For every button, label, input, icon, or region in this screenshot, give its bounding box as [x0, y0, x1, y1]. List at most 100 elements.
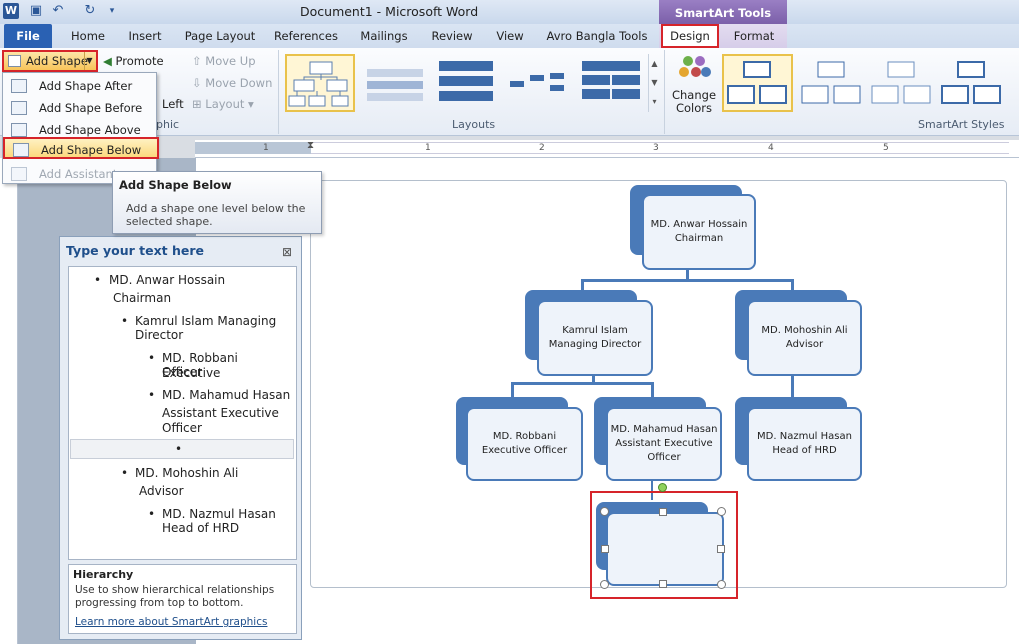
add-shape-icon — [8, 55, 21, 67]
list-item[interactable]: MD. Mohoshin Ali — [135, 466, 238, 481]
up-arrow-icon: ⇧ — [192, 54, 206, 68]
smartart-style-3[interactable] — [870, 56, 932, 112]
tooltip-title: Add Shape Below — [119, 178, 232, 192]
ruler-mark: 3 — [653, 143, 659, 153]
list-item[interactable]: Chairman — [113, 291, 171, 306]
smartart-style-1[interactable] — [722, 54, 793, 112]
active-list-item[interactable]: • — [70, 439, 294, 459]
learn-more-link[interactable]: Learn more about SmartArt graphics — [75, 616, 267, 628]
layout-gallery-item-3[interactable] — [434, 54, 498, 112]
org-node-nazmul[interactable]: MD. Nazmul Hasan Head of HRD — [735, 397, 862, 481]
tooltip-body: Add a shape one level below the selected… — [126, 202, 306, 228]
save-icon[interactable]: ▣ — [28, 3, 44, 19]
undo-icon[interactable]: ↶ — [50, 3, 66, 19]
move-down-button[interactable]: ⇩ Move Down — [192, 76, 272, 90]
tab-design[interactable]: Design — [661, 24, 719, 48]
hierarchy-layout-icon — [288, 61, 349, 107]
tab-avro-bangla-tools[interactable]: Avro Bangla Tools — [544, 24, 650, 48]
layout-gallery-item-hierarchy[interactable] — [285, 54, 355, 112]
add-shape-label: Add Shape — [26, 54, 88, 68]
layout-button[interactable]: ⊞ Layout ▾ — [192, 97, 254, 111]
list-item[interactable]: MD. Anwar Hossain — [109, 273, 225, 288]
menu-item-label: Add Shape Before — [39, 101, 143, 115]
chevron-down-icon[interactable]: ▼ — [84, 52, 94, 70]
bullet-icon: • — [148, 507, 156, 521]
layout-gallery-item-5[interactable] — [578, 54, 644, 112]
layout-gallery-item-4[interactable] — [505, 54, 573, 112]
text-pane-title: Type your text here — [66, 243, 204, 258]
promote-button[interactable]: ◀ Promote — [103, 54, 164, 68]
resize-handle[interactable] — [717, 580, 726, 589]
menu-item-add-shape-after[interactable]: Add Shape After — [3, 75, 156, 97]
add-shape-button[interactable]: Add Shape ▼ — [2, 50, 98, 72]
layout-gallery-item-2[interactable] — [362, 54, 428, 112]
org-node-kamrul[interactable]: Kamrul Islam Managing Director — [525, 290, 653, 376]
node-text: Kamrul Islam Managing Director — [537, 300, 653, 376]
menu-item-add-shape-below[interactable]: Add Shape Below — [3, 137, 159, 159]
menu-item-add-shape-before[interactable]: Add Shape Before — [3, 97, 156, 119]
resize-handle[interactable] — [717, 507, 726, 516]
add-before-icon — [11, 101, 27, 115]
resize-handle[interactable] — [717, 545, 725, 553]
tab-insert[interactable]: Insert — [122, 24, 168, 48]
close-icon[interactable]: ⊠ — [282, 245, 292, 259]
org-node-root[interactable]: MD. Anwar Hossain Chairman — [630, 185, 756, 271]
resize-handle[interactable] — [600, 507, 609, 516]
org-node-mahamud[interactable]: MD. Mahamud Hasan Assistant Executive Of… — [594, 397, 722, 481]
group-separator — [278, 50, 279, 134]
list-item[interactable]: Kamrul Islam Managing — [135, 314, 276, 329]
add-after-icon — [11, 79, 27, 93]
bullet-icon: • — [148, 351, 156, 365]
list-item[interactable]: MD. Nazmul Hasan — [162, 507, 276, 522]
move-up-button[interactable]: ⇧ Move Up — [192, 54, 256, 68]
text-pane-list[interactable]: • MD. Anwar Hossain Chairman • Kamrul Is… — [68, 266, 297, 560]
redo-icon[interactable]: ↻ — [82, 3, 98, 19]
resize-handle[interactable] — [659, 508, 667, 516]
list-item[interactable]: MD. Mahamud Hasan — [162, 388, 290, 403]
tab-references[interactable]: References — [270, 24, 342, 48]
move-up-label: Move Up — [205, 54, 256, 68]
move-down-label: Move Down — [205, 76, 273, 90]
rotate-handle[interactable] — [658, 483, 667, 492]
org-node-mohoshin[interactable]: MD. Mohoshin Ali Advisor — [735, 290, 862, 376]
tooltip: Add Shape Below Add a shape one level be… — [112, 171, 322, 234]
layout-icon: ⊞ — [192, 97, 206, 111]
connector-line — [511, 382, 514, 398]
gallery-scroll[interactable]: ▲ ▼ ▾ — [648, 54, 660, 112]
bullet-icon: • — [121, 466, 129, 480]
resize-handle[interactable] — [659, 580, 667, 588]
tab-file[interactable]: File — [4, 24, 52, 48]
horizontal-ruler[interactable]: ⧗ 1 1 2 3 4 5 — [195, 140, 1019, 158]
node-text: MD. Mohoshin Ali Advisor — [747, 300, 862, 376]
list-item[interactable]: Officer — [162, 365, 202, 380]
smartart-style-2[interactable] — [800, 56, 862, 112]
tab-review[interactable]: Review — [426, 24, 478, 48]
connector-line — [511, 382, 654, 385]
right-to-left-label: Left — [162, 97, 184, 111]
resize-handle[interactable] — [601, 545, 609, 553]
tab-home[interactable]: Home — [66, 24, 110, 48]
resize-handle[interactable] — [600, 580, 609, 589]
org-node-robbani[interactable]: MD. Robbani Executive Officer — [456, 397, 583, 481]
change-colors-button[interactable]: Change Colors — [670, 52, 718, 118]
tab-page-layout[interactable]: Page Layout — [180, 24, 260, 48]
tab-mailings[interactable]: Mailings — [354, 24, 414, 48]
right-to-left-button[interactable]: Left — [162, 97, 184, 111]
ruler-margin — [195, 142, 311, 154]
word-logo-icon[interactable]: W — [3, 3, 19, 19]
list-item[interactable]: Director — [135, 328, 183, 343]
tab-view[interactable]: View — [490, 24, 530, 48]
add-above-icon — [11, 123, 27, 137]
customize-toolbar-icon[interactable]: ▾ — [104, 3, 120, 19]
layout-icon-2 — [367, 69, 423, 101]
ruler-mark: 1 — [263, 143, 269, 153]
indent-marker-icon[interactable]: ⧗ — [307, 140, 314, 151]
list-item[interactable]: Advisor — [139, 484, 184, 499]
add-assistant-icon — [11, 167, 27, 181]
list-item[interactable]: Head of HRD — [162, 521, 239, 536]
list-item[interactable]: Assistant Executive — [162, 406, 279, 421]
tab-format[interactable]: Format — [724, 24, 784, 48]
smartart-style-4[interactable] — [940, 56, 1002, 112]
vertical-ruler[interactable] — [0, 158, 18, 644]
list-item[interactable]: Officer — [162, 421, 202, 436]
